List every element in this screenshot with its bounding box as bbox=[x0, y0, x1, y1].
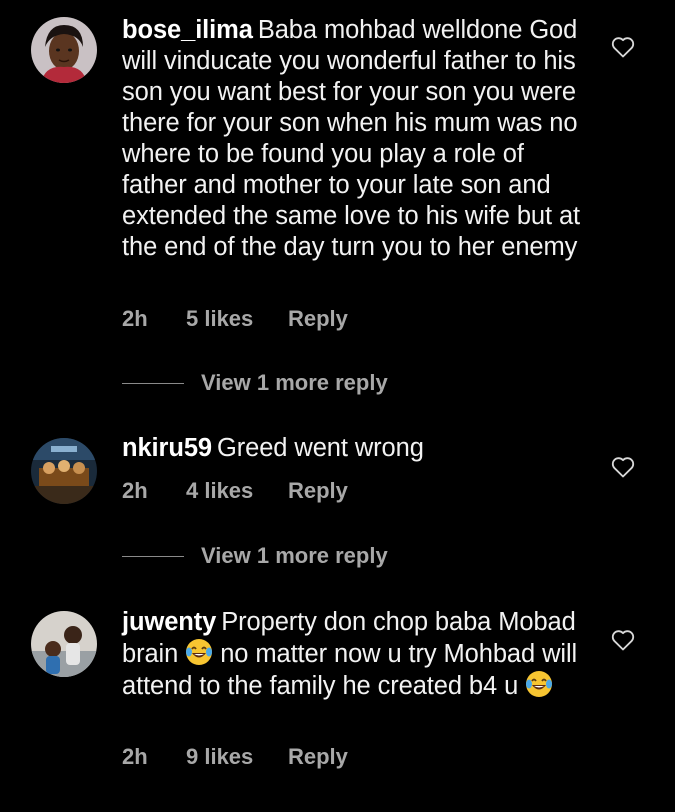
divider bbox=[122, 555, 184, 557]
view-replies-button[interactable]: View 1 more reply bbox=[122, 370, 388, 396]
heart-icon[interactable] bbox=[611, 629, 635, 651]
username[interactable]: bose_ilima bbox=[122, 16, 253, 44]
avatar[interactable] bbox=[31, 17, 97, 83]
comment-meta: 2h 5 likes Reply bbox=[122, 306, 348, 332]
heart-icon[interactable] bbox=[611, 36, 635, 58]
timestamp: 2h bbox=[122, 478, 148, 503]
view-replies-label: View 1 more reply bbox=[201, 543, 388, 568]
avatar[interactable] bbox=[31, 438, 97, 504]
username[interactable]: juwenty bbox=[122, 608, 216, 636]
reply-button[interactable]: Reply bbox=[288, 478, 348, 504]
laughing-tears-emoji-icon bbox=[186, 639, 213, 665]
username[interactable]: nkiru59 bbox=[122, 434, 212, 462]
avatar[interactable] bbox=[31, 611, 97, 677]
divider bbox=[122, 382, 184, 384]
timestamp: 2h bbox=[122, 306, 148, 331]
reply-button[interactable]: Reply bbox=[288, 744, 348, 770]
comment-meta: 2h 9 likes Reply bbox=[122, 744, 348, 770]
likes-count[interactable]: 4 likes bbox=[186, 478, 288, 504]
comment-body: Baba mohbad welldone God will vinducate … bbox=[122, 16, 581, 261]
heart-icon[interactable] bbox=[611, 456, 635, 478]
comment-text: nkiru59 Greed went wrong bbox=[122, 433, 592, 464]
view-replies-button[interactable]: View 1 more reply bbox=[122, 543, 388, 569]
likes-count[interactable]: 9 likes bbox=[186, 744, 288, 770]
timestamp: 2h bbox=[122, 744, 148, 769]
reply-button[interactable]: Reply bbox=[288, 306, 348, 332]
likes-count[interactable]: 5 likes bbox=[186, 306, 288, 332]
view-replies-label: View 1 more reply bbox=[201, 370, 388, 395]
comment-text: bose_ilima Baba mohbad welldone God will … bbox=[122, 15, 592, 263]
laughing-tears-emoji-icon bbox=[526, 671, 553, 697]
comment-body: Greed went wrong bbox=[217, 434, 424, 462]
comment-meta: 2h 4 likes Reply bbox=[122, 478, 348, 504]
comment-text: juwenty Property don chop baba Mobad brai… bbox=[122, 607, 592, 702]
